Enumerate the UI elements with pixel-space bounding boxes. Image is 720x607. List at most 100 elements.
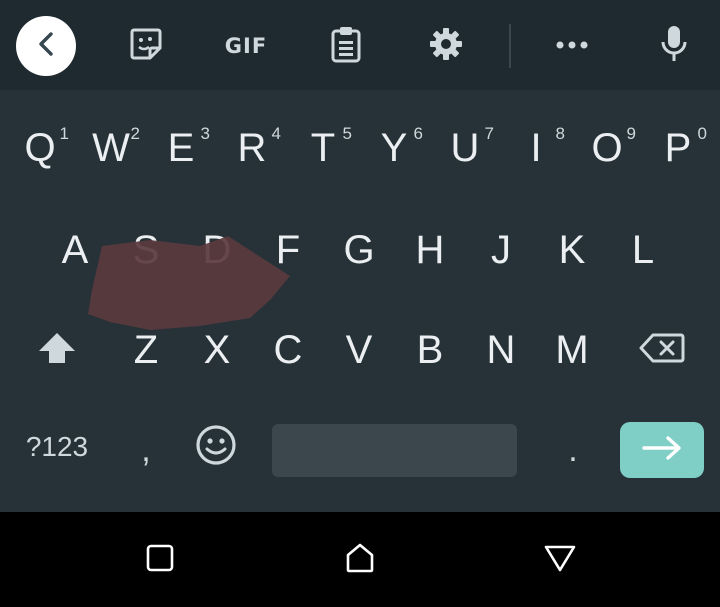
- key-o[interactable]: O9: [572, 110, 642, 186]
- key-w[interactable]: W2: [76, 110, 146, 186]
- chevron-left-icon: [35, 31, 57, 62]
- more-button[interactable]: [542, 18, 602, 74]
- key-label: F: [275, 227, 301, 272]
- key-i[interactable]: I8: [501, 110, 571, 186]
- settings-button[interactable]: [416, 18, 476, 74]
- triangle-down-icon: [544, 544, 576, 577]
- comma-key[interactable]: ,: [118, 412, 174, 488]
- home-icon: [345, 543, 375, 578]
- key-y[interactable]: Y6: [359, 110, 429, 186]
- key-h[interactable]: H: [395, 212, 465, 288]
- key-hint: 7: [484, 124, 494, 143]
- more-horizontal-icon: [555, 37, 589, 55]
- key-d[interactable]: D: [182, 212, 252, 288]
- key-a[interactable]: A: [40, 212, 110, 288]
- key-label: D: [202, 227, 232, 272]
- key-hint: 8: [555, 124, 565, 143]
- key-l[interactable]: L: [608, 212, 678, 288]
- key-label: Q: [24, 125, 56, 170]
- key-label: G: [343, 227, 375, 272]
- key-hint: 3: [200, 124, 210, 143]
- sticker-button[interactable]: [116, 18, 176, 74]
- space-key[interactable]: [272, 424, 517, 477]
- voice-input-button[interactable]: [644, 18, 704, 74]
- key-r[interactable]: R4: [217, 110, 287, 186]
- keyboard: G I F Q 1 W 2 E 3 R 4 T 5 Y 6 U 7 I 8 O 9 …: [0, 0, 720, 512]
- home-button[interactable]: [330, 540, 390, 580]
- enter-key[interactable]: [620, 422, 704, 478]
- key-hint: 5: [342, 124, 352, 143]
- key-label: H: [415, 227, 445, 272]
- period-key-label: .: [568, 430, 578, 469]
- key-label: E: [167, 125, 195, 170]
- key-label: J: [491, 227, 511, 272]
- smiley-icon: [194, 423, 238, 472]
- backspace-key[interactable]: [624, 312, 700, 388]
- key-hint: 4: [271, 124, 281, 143]
- toolbar-divider: [509, 24, 511, 68]
- key-hint: 9: [626, 124, 636, 143]
- key-n[interactable]: N: [466, 312, 536, 388]
- key-k[interactable]: K: [537, 212, 607, 288]
- key-label: R: [237, 125, 267, 170]
- backspace-icon: [639, 332, 685, 369]
- back-nav-button[interactable]: [530, 540, 590, 580]
- period-key[interactable]: .: [548, 412, 598, 488]
- shift-key[interactable]: [22, 312, 92, 388]
- key-label: Y: [380, 125, 408, 170]
- key-label: M: [555, 327, 589, 372]
- key-label: N: [486, 327, 516, 372]
- emoji-key[interactable]: [184, 412, 248, 482]
- system-navigation-bar: [0, 512, 720, 607]
- clipboard-button[interactable]: [316, 18, 376, 74]
- key-label: A: [61, 227, 89, 272]
- key-label: L: [631, 227, 655, 272]
- recent-apps-button[interactable]: [130, 540, 190, 580]
- key-e[interactable]: E3: [146, 110, 216, 186]
- key-hint: 0: [697, 124, 707, 143]
- key-b[interactable]: B: [395, 312, 465, 388]
- symbols-key-label: ?123: [25, 431, 89, 462]
- key-j[interactable]: J: [466, 212, 536, 288]
- key-u[interactable]: U7: [430, 110, 500, 186]
- key-label: U: [450, 125, 480, 170]
- key-label: Z: [133, 327, 159, 372]
- key-label: I: [530, 125, 542, 170]
- back-button[interactable]: [16, 16, 76, 76]
- sticker-icon: [128, 26, 164, 67]
- key-label: W: [92, 125, 130, 170]
- keyboard-toolbar: GIF: [0, 0, 720, 90]
- shift-icon: [37, 331, 77, 370]
- key-q[interactable]: Q1: [5, 110, 75, 186]
- key-hint: 1: [59, 124, 69, 143]
- key-t[interactable]: T5: [288, 110, 358, 186]
- key-p[interactable]: P0: [643, 110, 713, 186]
- key-label: V: [345, 327, 373, 372]
- comma-key-label: ,: [141, 430, 151, 469]
- key-label: S: [132, 227, 160, 272]
- key-label: O: [591, 125, 623, 170]
- key-label: P: [664, 125, 692, 170]
- key-m[interactable]: M: [537, 312, 607, 388]
- gear-icon: [428, 26, 464, 67]
- symbols-key[interactable]: ?123: [12, 412, 102, 482]
- key-f[interactable]: F: [253, 212, 323, 288]
- arrow-right-icon: [641, 435, 683, 466]
- key-hint: 6: [413, 124, 423, 143]
- key-label: B: [416, 327, 444, 372]
- key-v[interactable]: V: [324, 312, 394, 388]
- key-s[interactable]: S: [111, 212, 181, 288]
- key-c[interactable]: C: [253, 312, 323, 388]
- key-z[interactable]: Z: [111, 312, 181, 388]
- gif-label: GIF: [224, 34, 268, 58]
- microphone-icon: [659, 24, 689, 69]
- gif-button[interactable]: GIF: [216, 18, 276, 74]
- clipboard-icon: [329, 25, 363, 68]
- key-x[interactable]: X: [182, 312, 252, 388]
- key-label: X: [203, 327, 231, 372]
- square-icon: [146, 544, 174, 577]
- key-label: T: [310, 125, 336, 170]
- key-label: K: [558, 227, 586, 272]
- key-g[interactable]: G: [324, 212, 394, 288]
- key-label: C: [273, 327, 303, 372]
